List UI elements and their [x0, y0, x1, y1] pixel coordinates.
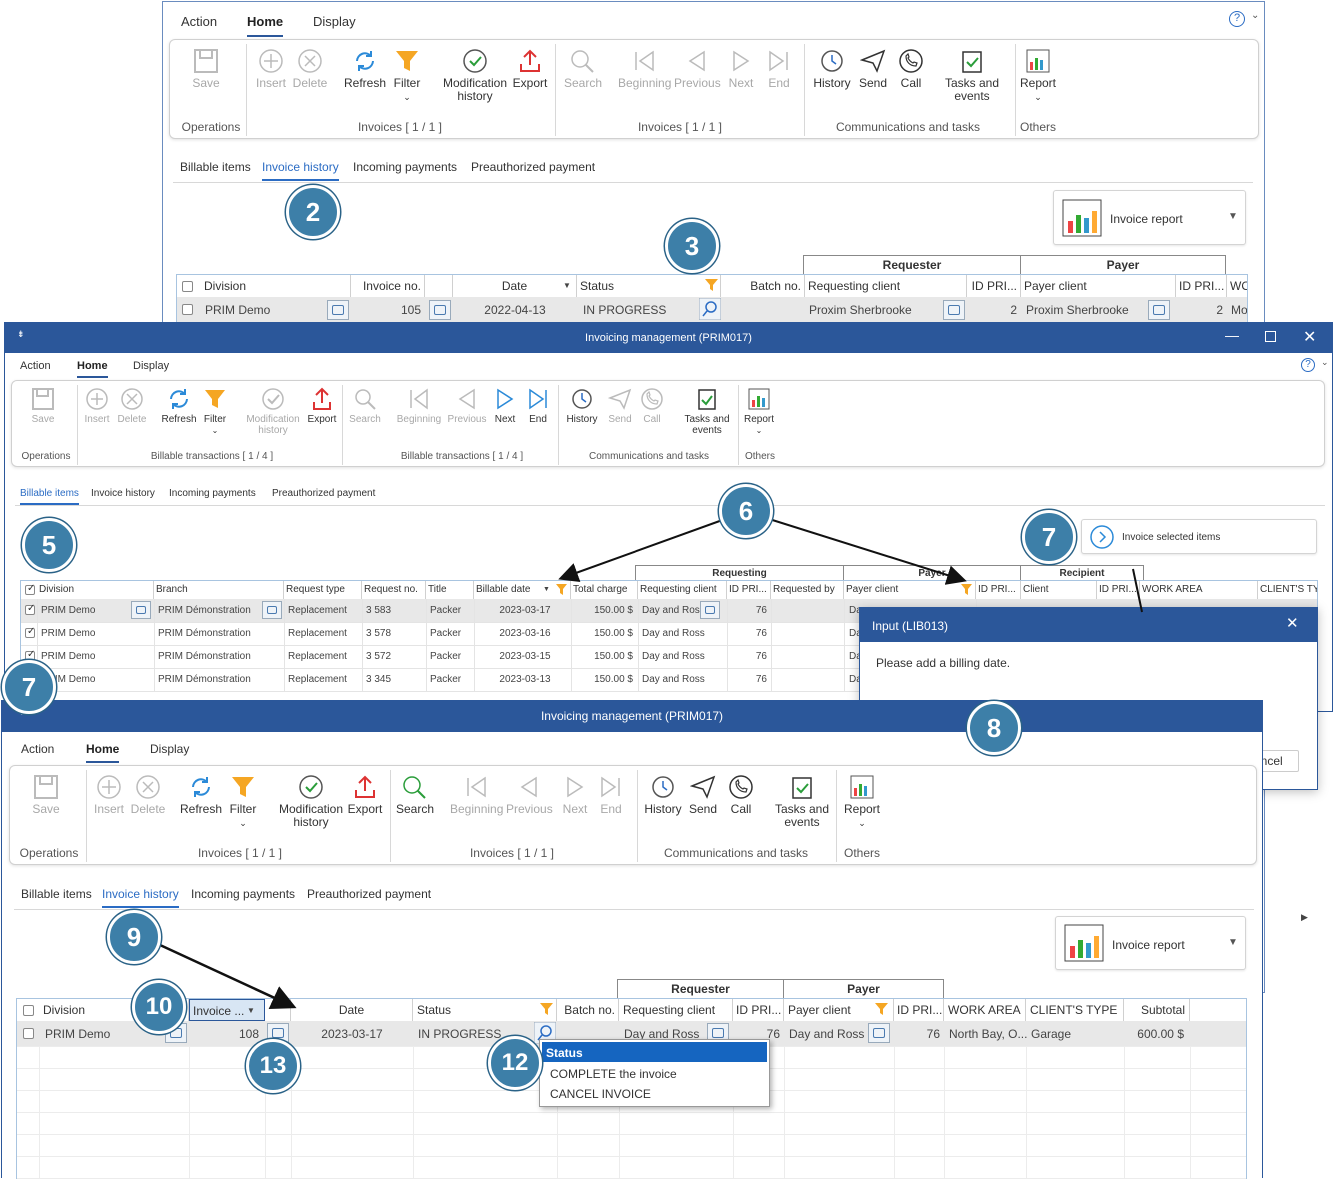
- step-badge-13: 13: [246, 1039, 300, 1093]
- step-badge-2: 2: [286, 185, 340, 239]
- step-badge-9: 9: [107, 910, 161, 964]
- annotation-arrows: [159, 517, 1143, 1009]
- step-badge-3: 3: [665, 219, 719, 273]
- step-badge-6: 6: [719, 484, 773, 538]
- step-badge-7: 7: [1022, 510, 1076, 564]
- step-badge-7: 7: [2, 660, 56, 714]
- step-badge-5: 5: [22, 518, 76, 572]
- step-badge-8: 8: [967, 701, 1021, 755]
- step-badge-10: 10: [132, 980, 186, 1034]
- step-badge-12: 12: [488, 1036, 542, 1090]
